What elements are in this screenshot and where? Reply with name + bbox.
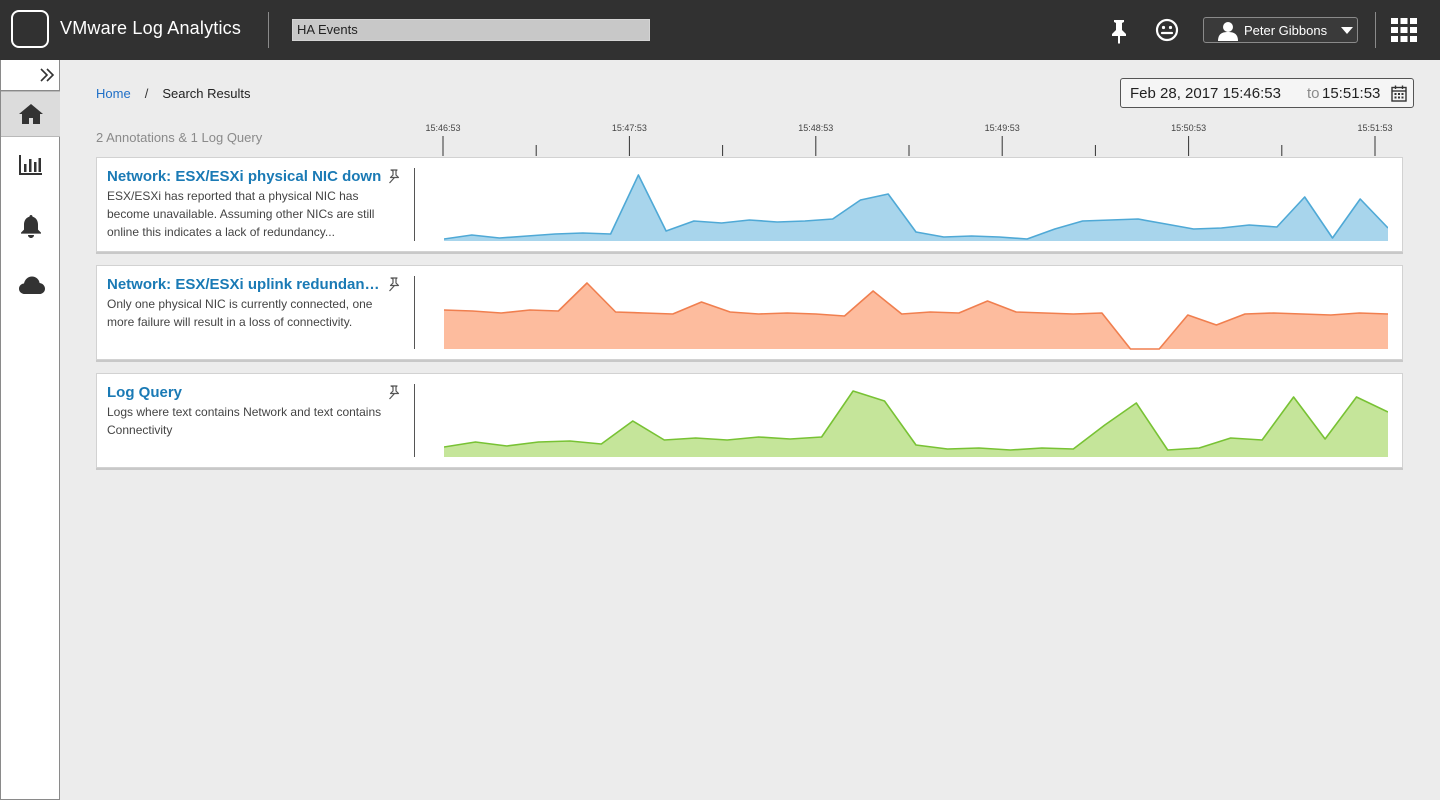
event-area-chart[interactable]: [444, 266, 1388, 361]
user-menu-button[interactable]: Peter Gibbons: [1203, 17, 1358, 43]
date-range-end: 15:51:53: [1322, 85, 1381, 102]
home-icon: [19, 104, 43, 124]
header-divider: [268, 12, 269, 48]
sidebar-item-dashboards[interactable]: [1, 143, 60, 187]
date-range-start: Feb 28, 2017 15:46:53: [1130, 85, 1281, 102]
apps-grid-icon[interactable]: [1391, 18, 1417, 42]
timeline-tick-label: 15:46:53: [425, 123, 460, 133]
user-name: Peter Gibbons: [1244, 23, 1328, 38]
date-range-to-label: to: [1307, 85, 1320, 102]
timeline-tick-label: 15:50:53: [1171, 123, 1206, 133]
app-title: VMware Log Analytics: [60, 18, 242, 38]
breadcrumb-home-link[interactable]: Home: [96, 86, 131, 101]
breadcrumb-current: Search Results: [162, 86, 251, 101]
date-range-picker[interactable]: Feb 28, 2017 15:46:53 to 15:51:53: [1120, 78, 1414, 108]
pin-icon[interactable]: [386, 277, 400, 293]
search-input[interactable]: HA Events: [292, 19, 650, 41]
sidebar: [0, 60, 60, 800]
log-query-card[interactable]: Log Query Logs where text contains Netwo…: [96, 373, 1403, 468]
timeline-tick-label: 15:51:53: [1357, 123, 1392, 133]
event-area-chart[interactable]: [444, 158, 1388, 253]
card-description: ESX/ESXi has reported that a physical NI…: [107, 189, 375, 239]
sidebar-expand-button[interactable]: [1, 60, 60, 91]
event-area-chart[interactable]: [444, 374, 1388, 469]
cloud-icon: [19, 276, 45, 294]
user-icon: [1218, 22, 1238, 41]
sidebar-item-cloud[interactable]: [1, 262, 60, 306]
header-divider: [1375, 12, 1376, 48]
timeline-tick-label: 15:48:53: [798, 123, 833, 133]
card-description: Only one physical NIC is currently conne…: [107, 297, 373, 329]
calendar-icon[interactable]: [1391, 85, 1407, 102]
annotation-card[interactable]: Network: ESX/ESXi physical NIC down ESX/…: [96, 157, 1403, 252]
bar-chart-icon: [19, 155, 42, 175]
sidebar-item-home[interactable]: [1, 91, 60, 137]
top-header: VMware Log Analytics HA Events Peter Gib…: [0, 0, 1440, 60]
pin-icon[interactable]: [386, 169, 400, 185]
card-divider: [414, 276, 415, 349]
results-summary: 2 Annotations & 1 Log Query: [96, 130, 263, 145]
area-fill: [444, 391, 1388, 457]
timeline-tick-label: 15:49:53: [985, 123, 1020, 133]
area-fill: [444, 283, 1388, 349]
annotation-card[interactable]: Network: ESX/ESXi uplink redundancy... O…: [96, 265, 1403, 360]
timeline-axis: 15:46:53 15:47:53 15:48:53 15:49:53 15:50:53…: [425, 123, 1393, 156]
caret-down-icon: [1341, 27, 1353, 34]
card-description: Logs where text contains Network and tex…: [107, 405, 382, 437]
breadcrumb: Home / Search Results: [96, 86, 250, 101]
card-divider: [414, 384, 415, 457]
sidebar-item-alerts[interactable]: [1, 203, 60, 247]
card-title[interactable]: Log Query: [107, 384, 382, 401]
breadcrumb-separator: /: [144, 86, 149, 101]
card-title[interactable]: Network: ESX/ESXi uplink redundancy...: [107, 276, 382, 293]
card-divider: [414, 168, 415, 241]
logo-icon[interactable]: [11, 10, 49, 48]
card-title[interactable]: Network: ESX/ESXi physical NIC down: [107, 168, 382, 185]
double-chevron-right-icon: [40, 68, 55, 82]
timeline-tick-label: 15:47:53: [612, 123, 647, 133]
bell-icon: [21, 215, 41, 238]
pin-icon[interactable]: [1105, 16, 1133, 44]
smiley-icon[interactable]: [1153, 16, 1181, 44]
pin-icon[interactable]: [386, 385, 400, 401]
